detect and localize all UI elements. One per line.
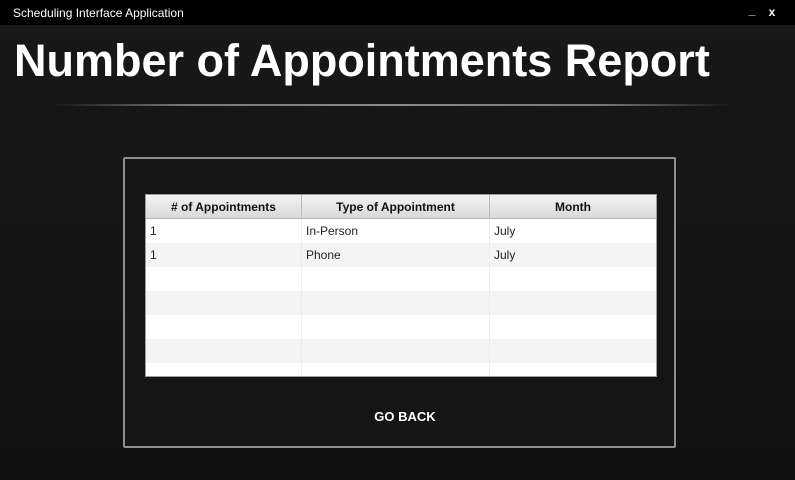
empty-cell <box>490 315 656 339</box>
empty-cell <box>146 315 302 339</box>
column-header-type[interactable]: Type of Appointment <box>302 195 490 219</box>
empty-table-row <box>146 363 656 376</box>
title-divider <box>52 104 732 106</box>
empty-table-row <box>146 291 656 315</box>
minimize-button[interactable]: _ <box>744 2 760 18</box>
page-title: Number of Appointments Report <box>14 35 710 86</box>
app-window: Scheduling Interface Application _ x Num… <box>0 0 795 480</box>
cell-month: July <box>494 248 516 262</box>
empty-cell <box>146 267 302 291</box>
appointments-table[interactable]: # of Appointments Type of Appointment Mo… <box>145 194 657 377</box>
title-bar[interactable]: Scheduling Interface Application _ x <box>0 0 795 25</box>
go-back-button[interactable]: GO BACK <box>353 405 457 429</box>
report-panel: # of Appointments Type of Appointment Mo… <box>123 157 676 448</box>
close-button[interactable]: x <box>764 4 780 20</box>
table-header: # of Appointments Type of Appointment Mo… <box>146 195 656 219</box>
empty-table-row <box>146 267 656 291</box>
empty-cell <box>490 363 656 376</box>
empty-cell <box>146 291 302 315</box>
empty-cell <box>490 339 656 363</box>
empty-cell <box>302 339 490 363</box>
window-title: Scheduling Interface Application <box>13 6 184 20</box>
cell-type: Phone <box>302 243 490 267</box>
empty-cell <box>302 267 490 291</box>
empty-cell <box>302 291 490 315</box>
empty-cell <box>490 267 656 291</box>
table-row[interactable]: 1 Phone July <box>146 243 656 267</box>
cell-type: In-Person <box>302 219 490 243</box>
column-header-month[interactable]: Month <box>490 195 656 219</box>
cell-month: July <box>494 224 516 238</box>
empty-cell <box>302 363 490 376</box>
empty-cell <box>146 363 302 376</box>
empty-table-row <box>146 315 656 339</box>
column-header-count[interactable]: # of Appointments <box>146 195 302 219</box>
empty-cell <box>490 291 656 315</box>
empty-table-row <box>146 339 656 363</box>
empty-cell <box>146 339 302 363</box>
cell-count: 1 <box>146 243 302 267</box>
cell-count: 1 <box>146 219 302 243</box>
table-row[interactable]: 1 In-Person July <box>146 219 656 243</box>
empty-cell <box>302 315 490 339</box>
